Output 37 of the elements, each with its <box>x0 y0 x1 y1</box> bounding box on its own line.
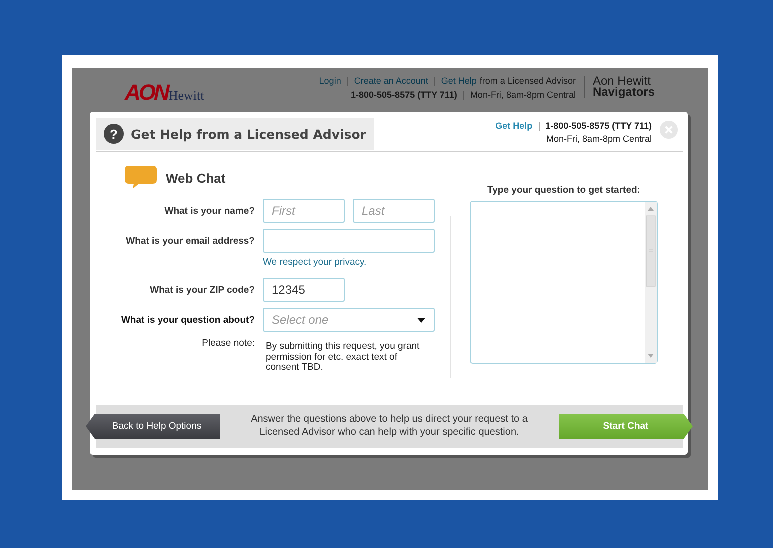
section-title: Web Chat <box>166 170 226 186</box>
logo-mark: AON <box>125 80 168 106</box>
help-icon: ? <box>104 124 124 144</box>
field-label: What is your ZIP code? <box>149 284 255 296</box>
phone-number: 1-800-505-8575 (TTY 711) <box>351 90 458 100</box>
question-field[interactable] <box>470 201 658 364</box>
consent-note: By submitting this request, you grant permission for etc. exact text of consent TBD. <box>265 342 421 374</box>
field-label: Please note: <box>201 338 255 349</box>
zip-field[interactable]: 12345 <box>263 278 345 302</box>
brand-name: Aon Hewitt <box>592 76 651 87</box>
field-label: What is your email address? <box>125 236 255 246</box>
header-link[interactable]: Login <box>319 76 342 86</box>
topic-dropdown[interactable]: Select one <box>263 308 435 332</box>
back-button[interactable]: Back to Help Options <box>86 414 220 439</box>
email-field[interactable] <box>263 229 435 253</box>
close-icon[interactable] <box>660 121 678 139</box>
privacy-note: We respect your privacy. <box>263 257 368 268</box>
phone-number: 1-800-505-8575 (TTY 711) <box>546 121 652 131</box>
last-name-field[interactable]: Last <box>353 199 435 223</box>
logo-text: Hewitt <box>168 88 204 104</box>
get-help-link[interactable]: Get Help <box>496 121 533 131</box>
chat-bubble-icon <box>125 166 157 190</box>
question-label: Type your question to get started: <box>488 185 640 196</box>
header-text: from a Licensed Advisor <box>480 76 576 86</box>
footer-message: Answer the questions above to help us direct your request to a Licensed Advisor who can help with your specific question. <box>250 414 529 439</box>
caret-icon <box>417 318 426 322</box>
header-link[interactable]: Create an Account <box>354 76 428 86</box>
scrollbar[interactable] <box>645 202 657 363</box>
field-label: What is your name? <box>164 206 255 216</box>
office-hours: Mon-Fri, 8am-8pm Central <box>470 90 576 100</box>
brand-name: Navigators <box>592 87 655 98</box>
dialog-title: Get Help from a Licensed Advisor <box>131 126 366 142</box>
field-label: What is your question about? <box>120 314 255 326</box>
header-link[interactable]: Get Help <box>441 76 477 86</box>
start-chat-button[interactable]: Start Chat <box>559 414 693 439</box>
office-hours: Mon-Fri, 8am-8pm Central <box>546 134 652 144</box>
first-name-field[interactable]: First <box>263 199 345 223</box>
